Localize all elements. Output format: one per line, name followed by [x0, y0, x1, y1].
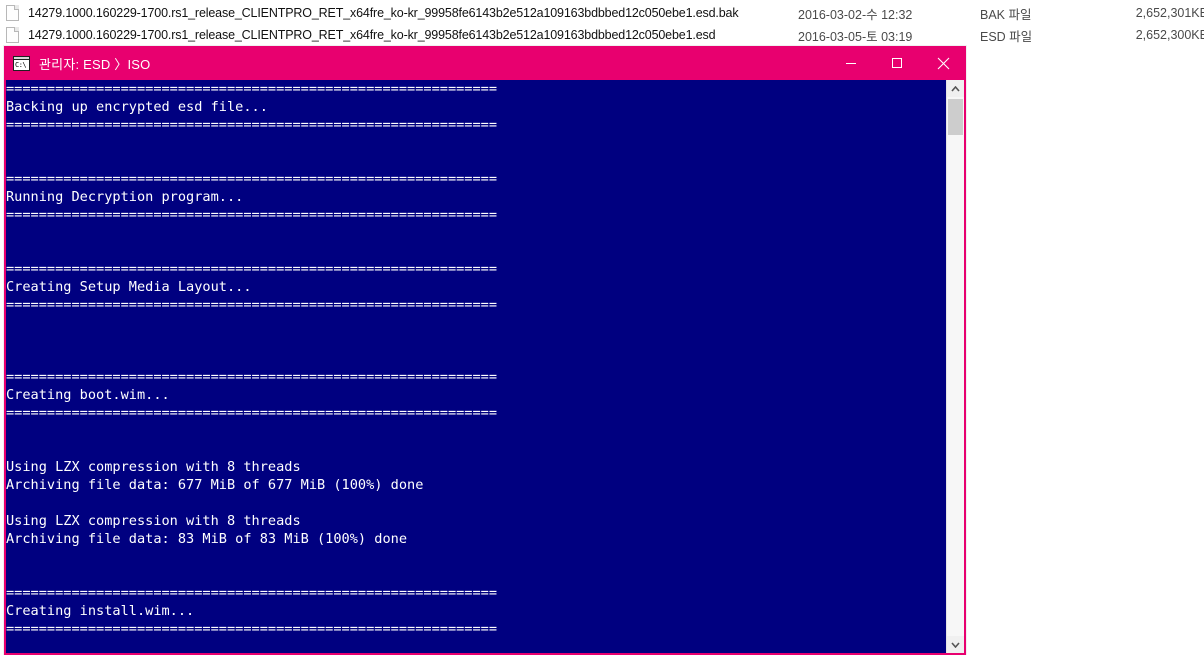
file-size: 2,652,301KB [1135, 6, 1204, 20]
file-icon [6, 27, 19, 43]
chevron-up-icon [951, 85, 960, 92]
console-icon: C:\ [13, 55, 30, 71]
minimize-button[interactable] [828, 46, 874, 80]
file-modified-date: 2016-03-02-수 12:32 [798, 7, 913, 22]
command-prompt-window: C:\ 관리자: ESD 〉ISO ======================… [4, 46, 966, 655]
file-size: 2,652,300KB [1135, 28, 1204, 42]
file-name: 14279.1000.160229-1700.rs1_release_CLIEN… [28, 28, 716, 42]
minimize-icon [846, 63, 856, 64]
console-client-area[interactable]: ========================================… [6, 80, 964, 653]
console-scrollbar[interactable] [946, 80, 964, 653]
file-icon [6, 5, 19, 21]
file-modified-date: 2016-03-05-토 03:19 [798, 29, 913, 44]
console-output-text: ========================================… [6, 81, 498, 637]
table-row[interactable]: 14279.1000.160229-1700.rs1_release_CLIEN… [0, 24, 1204, 46]
chevron-down-icon [951, 641, 960, 648]
scrollbar-thumb[interactable] [948, 99, 963, 135]
scrollbar-up-button[interactable] [947, 80, 964, 97]
close-icon [937, 57, 949, 69]
scrollbar-down-button[interactable] [947, 636, 964, 653]
file-name: 14279.1000.160229-1700.rs1_release_CLIEN… [28, 6, 739, 20]
maximize-button[interactable] [874, 46, 920, 80]
table-row[interactable]: 14279.1000.160229-1700.rs1_release_CLIEN… [0, 2, 1204, 24]
file-type: BAK 파일 [980, 7, 1032, 22]
window-title: 관리자: ESD 〉ISO [39, 56, 151, 72]
scrollbar-track[interactable] [947, 97, 964, 636]
console-icon-label: C:\ [15, 60, 27, 69]
window-titlebar[interactable]: C:\ 관리자: ESD 〉ISO [4, 46, 966, 80]
file-type: ESD 파일 [980, 29, 1033, 44]
maximize-icon [892, 58, 902, 68]
close-button[interactable] [920, 46, 966, 80]
